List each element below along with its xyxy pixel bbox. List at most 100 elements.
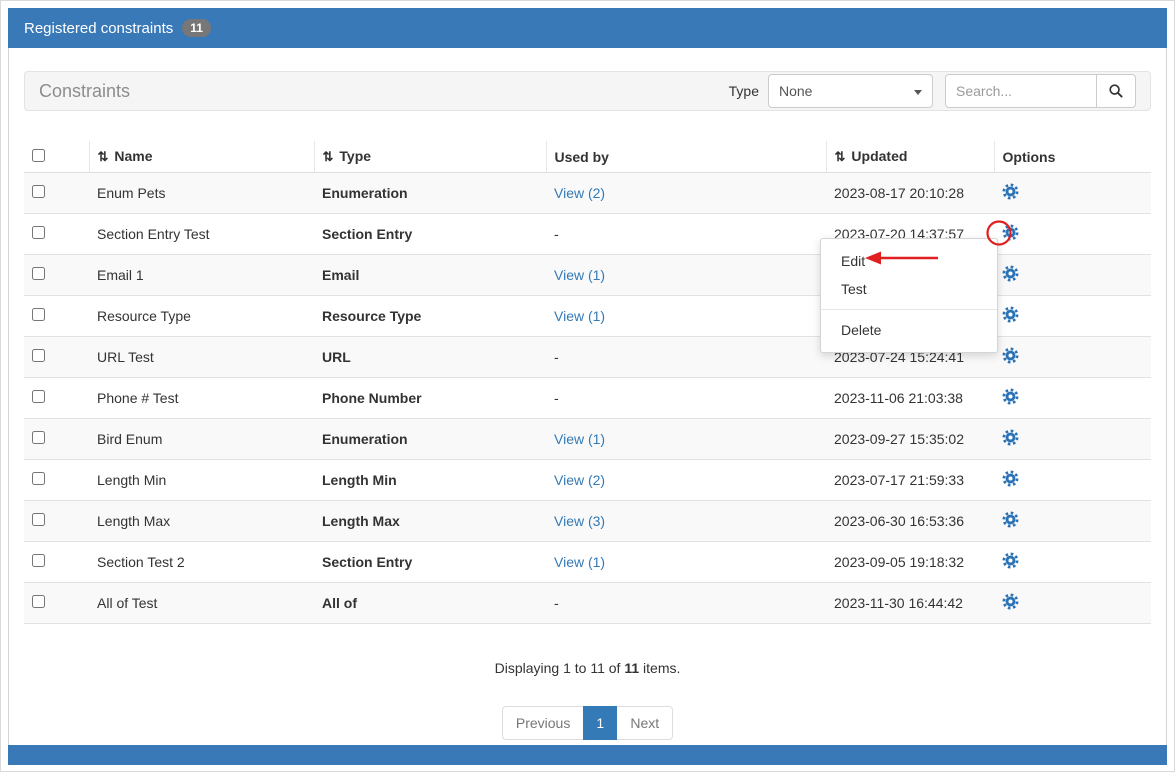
row-type: Resource Type xyxy=(314,296,546,337)
search-button[interactable] xyxy=(1096,74,1136,108)
used-by-link[interactable]: View (1) xyxy=(554,308,605,324)
row-type: All of xyxy=(314,583,546,624)
row-name: Email 1 xyxy=(89,255,314,296)
row-name: Phone # Test xyxy=(89,378,314,419)
used-by-text: - xyxy=(554,226,559,242)
used-by-text: - xyxy=(554,390,559,406)
items-summary: Displaying 1 to 11 of 11 items. xyxy=(24,660,1151,676)
gear-icon[interactable] xyxy=(1002,224,1019,241)
panel-body: Constraints Type None xyxy=(8,48,1167,745)
row-name: URL Test xyxy=(89,337,314,378)
row-name: Bird Enum xyxy=(89,419,314,460)
row-checkbox[interactable] xyxy=(32,267,45,280)
previous-page-button[interactable]: Previous xyxy=(502,706,584,740)
gear-icon[interactable] xyxy=(1002,552,1019,569)
row-checkbox[interactable] xyxy=(32,349,45,362)
row-checkbox[interactable] xyxy=(32,185,45,198)
table-row: Bird Enum Enumeration View (1) 2023-09-2… xyxy=(24,419,1151,460)
row-type: Section Entry xyxy=(314,214,546,255)
row-name: Section Test 2 xyxy=(89,542,314,583)
sort-icon[interactable]: ⇅ xyxy=(835,149,846,164)
row-checkbox[interactable] xyxy=(32,595,45,608)
sort-icon[interactable]: ⇅ xyxy=(323,149,334,164)
row-name: Length Min xyxy=(89,460,314,501)
table-row: Length Min Length Min View (2) 2023-07-1… xyxy=(24,460,1151,501)
search-input[interactable] xyxy=(945,74,1097,108)
row-type: Email xyxy=(314,255,546,296)
row-name: All of Test xyxy=(89,583,314,624)
row-type: Enumeration xyxy=(314,419,546,460)
used-by-link[interactable]: View (1) xyxy=(554,431,605,447)
menu-divider xyxy=(821,309,997,310)
row-checkbox[interactable] xyxy=(32,226,45,239)
used-by-text: - xyxy=(554,595,559,611)
panel-header: Registered constraints 11 xyxy=(8,8,1167,48)
row-updated: 2023-06-30 16:53:36 xyxy=(826,501,994,542)
row-updated: 2023-07-17 21:59:33 xyxy=(826,460,994,501)
row-checkbox[interactable] xyxy=(32,390,45,403)
column-header-name[interactable]: ⇅Name xyxy=(89,141,314,173)
select-all-header xyxy=(24,141,89,173)
page-title: Registered constraints xyxy=(24,20,173,37)
used-by-link[interactable]: View (1) xyxy=(554,267,605,283)
used-by-link[interactable]: View (1) xyxy=(554,554,605,570)
menu-item-test[interactable]: Test xyxy=(821,275,997,303)
row-updated: 2023-11-06 21:03:38 xyxy=(826,378,994,419)
constraints-table: ⇅Name ⇅Type Used by ⇅Updated Options Enu… xyxy=(24,141,1151,624)
used-by-link[interactable]: View (3) xyxy=(554,513,605,529)
type-filter-select[interactable]: None xyxy=(769,75,932,107)
table-row: All of Test All of - 2023-11-30 16:44:42 xyxy=(24,583,1151,624)
panel-footer-bar xyxy=(8,745,1167,765)
row-type: Length Min xyxy=(314,460,546,501)
options-context-menu: Edit Test Delete xyxy=(820,238,998,353)
gear-icon[interactable] xyxy=(1002,265,1019,282)
table-row: Enum Pets Enumeration View (2) 2023-08-1… xyxy=(24,173,1151,214)
type-filter-select-wrap: None xyxy=(768,74,933,108)
gear-icon[interactable] xyxy=(1002,306,1019,323)
pagination: Previous 1 Next xyxy=(24,706,1151,740)
gear-icon[interactable] xyxy=(1002,470,1019,487)
used-by-link[interactable]: View (2) xyxy=(554,185,605,201)
used-by-link[interactable]: View (2) xyxy=(554,472,605,488)
gear-icon[interactable] xyxy=(1002,593,1019,610)
row-updated: 2023-11-30 16:44:42 xyxy=(826,583,994,624)
row-checkbox[interactable] xyxy=(32,308,45,321)
gear-icon[interactable] xyxy=(1002,388,1019,405)
column-header-used-by: Used by xyxy=(546,141,826,173)
column-header-options: Options xyxy=(994,141,1151,173)
column-header-type[interactable]: ⇅Type xyxy=(314,141,546,173)
menu-item-edit[interactable]: Edit xyxy=(821,247,997,275)
row-type: Section Entry xyxy=(314,542,546,583)
gear-icon[interactable] xyxy=(1002,183,1019,200)
row-checkbox[interactable] xyxy=(32,431,45,444)
sort-icon[interactable]: ⇅ xyxy=(98,149,109,164)
row-type: Phone Number xyxy=(314,378,546,419)
toolbar: Constraints Type None xyxy=(24,71,1151,111)
gear-icon[interactable] xyxy=(1002,429,1019,446)
table-row: Length Max Length Max View (3) 2023-06-3… xyxy=(24,501,1151,542)
table-row: Section Test 2 Section Entry View (1) 20… xyxy=(24,542,1151,583)
select-all-checkbox[interactable] xyxy=(32,149,45,162)
section-title: Constraints xyxy=(39,81,130,102)
table-row: Phone # Test Phone Number - 2023-11-06 2… xyxy=(24,378,1151,419)
count-badge: 11 xyxy=(182,19,211,37)
column-header-updated[interactable]: ⇅Updated xyxy=(826,141,994,173)
next-page-button[interactable]: Next xyxy=(616,706,673,740)
row-name: Enum Pets xyxy=(89,173,314,214)
search-group xyxy=(945,74,1136,108)
magnifier-icon xyxy=(1108,83,1124,99)
row-checkbox[interactable] xyxy=(32,554,45,567)
type-filter-label: Type xyxy=(729,83,759,99)
gear-icon[interactable] xyxy=(1002,347,1019,364)
constraints-panel: Registered constraints 11 Constraints Ty… xyxy=(8,8,1167,765)
row-updated: 2023-09-05 19:18:32 xyxy=(826,542,994,583)
row-checkbox[interactable] xyxy=(32,472,45,485)
row-updated: 2023-09-27 15:35:02 xyxy=(826,419,994,460)
page-1-button[interactable]: 1 xyxy=(583,706,617,740)
row-type: Enumeration xyxy=(314,173,546,214)
row-type: Length Max xyxy=(314,501,546,542)
row-checkbox[interactable] xyxy=(32,513,45,526)
menu-item-delete[interactable]: Delete xyxy=(821,316,997,344)
table-header-row: ⇅Name ⇅Type Used by ⇅Updated Options xyxy=(24,141,1151,173)
gear-icon[interactable] xyxy=(1002,511,1019,528)
